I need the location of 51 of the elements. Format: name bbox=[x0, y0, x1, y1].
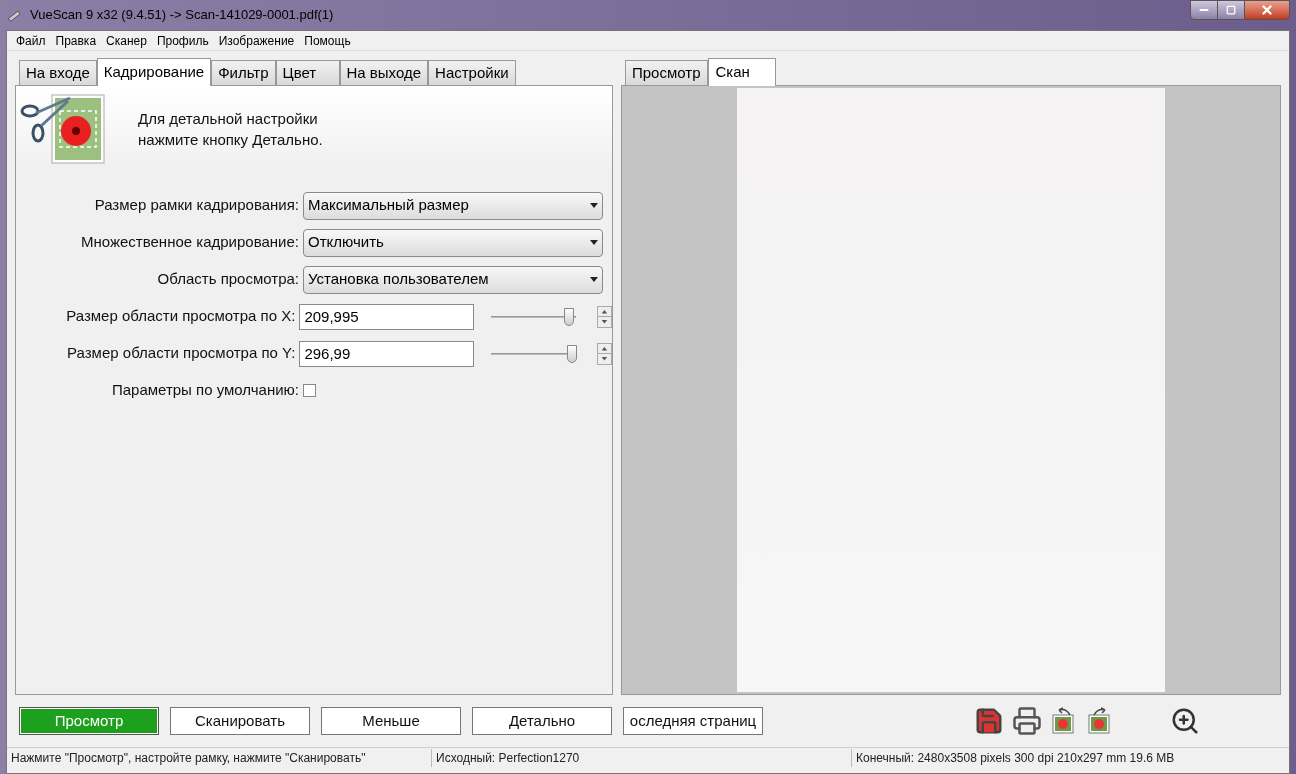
tab[interactable]: На выходе bbox=[339, 60, 429, 85]
tab[interactable]: Настройки bbox=[428, 60, 516, 85]
tab[interactable]: Фильтр bbox=[211, 60, 276, 85]
maximize-icon bbox=[1226, 5, 1236, 15]
setting-label: Область просмотра: bbox=[156, 269, 300, 290]
menu-item[interactable]: Профиль bbox=[151, 31, 214, 50]
maximize-button[interactable] bbox=[1218, 0, 1244, 20]
menu-item[interactable]: Изображение bbox=[213, 31, 300, 50]
dropdown-arrow-icon bbox=[590, 203, 598, 208]
slider-thumb[interactable] bbox=[564, 307, 575, 326]
setting-label: Параметры по умолчанию: bbox=[110, 380, 300, 401]
setting-label: Размер рамки кадрирования: bbox=[93, 195, 300, 216]
menu-item[interactable]: Помощь bbox=[299, 31, 356, 50]
tab[interactable]: Просмотр bbox=[625, 60, 708, 85]
dropdown[interactable]: Установка пользователем bbox=[303, 265, 603, 294]
crop-scissors-icon bbox=[20, 92, 106, 165]
close-icon bbox=[1260, 3, 1274, 17]
action-button[interactable]: Меньше bbox=[321, 707, 461, 735]
setting-label: Размер области просмотра по X: bbox=[65, 306, 297, 327]
spin-buttons[interactable] bbox=[597, 342, 612, 365]
setting-label: Размер области просмотра по Y: bbox=[66, 343, 297, 364]
status-text: Конечный: 2480x3508 pixels 300 dpi 210x297 mm 19.6 MB bbox=[855, 749, 1175, 767]
slider-thumb[interactable] bbox=[566, 344, 577, 363]
save-icon[interactable] bbox=[974, 706, 1004, 736]
tab[interactable]: На входе bbox=[19, 60, 97, 85]
status-text: Нажмите "Просмотр", настройте рамку, нажмите "Сканировать" bbox=[7, 748, 432, 767]
zoom-in-icon[interactable] bbox=[1170, 706, 1200, 736]
tab[interactable]: Цвет bbox=[275, 60, 340, 85]
checkbox[interactable] bbox=[303, 384, 316, 397]
dropdown[interactable]: Максимальный размер bbox=[303, 191, 603, 220]
status-text: Исходный: Perfection1270 bbox=[432, 748, 852, 767]
tab[interactable]: Кадрирование bbox=[96, 58, 212, 86]
setting-label: Множественное кадрирование: bbox=[80, 232, 300, 253]
menu-item[interactable]: Сканер bbox=[101, 31, 152, 50]
menu-item[interactable]: Файл bbox=[11, 31, 51, 50]
value-field[interactable]: 296,99 bbox=[299, 340, 475, 367]
hint-text: Для детальной настройки нажмите кнопку Детально. bbox=[138, 108, 323, 150]
action-button[interactable]: Сканировать bbox=[170, 707, 310, 735]
spin-buttons[interactable] bbox=[597, 305, 612, 328]
printer-icon[interactable] bbox=[1012, 706, 1042, 736]
dropdown[interactable]: Отключить bbox=[303, 228, 603, 257]
close-button[interactable] bbox=[1244, 0, 1290, 20]
action-button[interactable]: оследняя страниц bbox=[623, 707, 763, 735]
window-title: VueScan 9 x32 (9.4.51) -> Scan-141029-0001.pdf(1) bbox=[30, 6, 334, 25]
tab[interactable]: Скан bbox=[707, 58, 776, 86]
dropdown-arrow-icon bbox=[590, 240, 598, 245]
minimize-button[interactable] bbox=[1190, 0, 1218, 20]
action-button[interactable]: Детально bbox=[472, 707, 612, 735]
dropdown-arrow-icon bbox=[590, 277, 598, 282]
menu-item[interactable]: Правка bbox=[50, 31, 102, 50]
value-field[interactable]: 209,995 bbox=[299, 303, 475, 330]
